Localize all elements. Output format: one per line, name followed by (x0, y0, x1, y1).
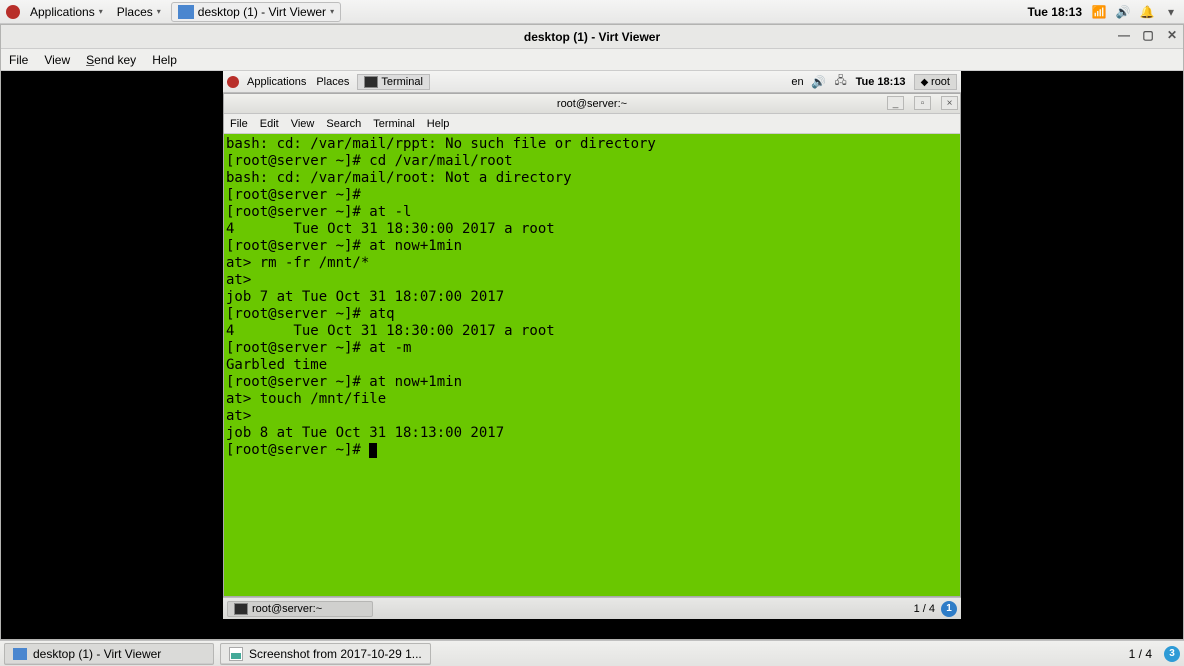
minimize-button[interactable]: — (1117, 28, 1131, 42)
taskbar-item-label: desktop (1) - Virt Viewer (33, 647, 161, 661)
volume-icon[interactable]: 🔊 (1116, 5, 1130, 19)
taskbar-item-viewer[interactable]: desktop (1) - Virt Viewer (4, 643, 214, 665)
guest-screen: Applications Places Terminal en 🔊 🖧 Tue … (223, 71, 961, 619)
applications-menu[interactable]: Applications ▾ (26, 3, 107, 21)
workspace-indicator[interactable]: 1 / 4 (1129, 647, 1152, 661)
sendkey-menu[interactable]: Send key (86, 53, 136, 67)
applications-label: Applications (30, 5, 95, 19)
help-menu[interactable]: Help (152, 53, 177, 67)
applications-menu[interactable]: Applications (245, 76, 308, 88)
notification-badge[interactable]: 3 (1164, 646, 1180, 662)
inner-bottom-panel: root@server:~ 1 / 4 1 (223, 597, 961, 619)
terminal-title: root@server:~ (557, 98, 627, 110)
taskbar-item[interactable]: root@server:~ (227, 601, 373, 617)
activities-icon[interactable] (6, 5, 20, 19)
close-button[interactable]: ✕ (1165, 28, 1179, 42)
inner-top-panel: Applications Places Terminal en 🔊 🖧 Tue … (223, 71, 961, 93)
terminal-task[interactable]: Terminal (357, 74, 430, 90)
window-icon (13, 648, 27, 660)
edit-menu[interactable]: Edit (260, 118, 279, 130)
terminal-icon (234, 603, 248, 615)
notification-badge[interactable]: 1 (941, 601, 957, 617)
clock[interactable]: Tue 18:13 (1028, 5, 1082, 19)
taskbar-item-label: Screenshot from 2017-10-29 1... (249, 647, 422, 661)
window-titlebar[interactable]: desktop (1) - Virt Viewer — ▢ ✕ (1, 25, 1183, 49)
window-icon (178, 5, 194, 19)
window-task-label: desktop (1) - Virt Viewer (198, 5, 326, 19)
maximize-button[interactable]: ▫ (914, 96, 931, 110)
file-menu[interactable]: File (230, 118, 248, 130)
places-menu[interactable]: Places ▾ (113, 3, 165, 21)
outer-bottom-panel: desktop (1) - Virt Viewer Screenshot fro… (0, 640, 1184, 666)
viewer-display-area[interactable]: Applications Places Terminal en 🔊 🖧 Tue … (1, 71, 1183, 639)
taskbar-item-label: root@server:~ (252, 603, 322, 615)
image-icon (229, 647, 243, 661)
terminal-task-label: Terminal (381, 76, 423, 88)
view-menu[interactable]: View (44, 53, 70, 67)
outer-top-panel: Applications ▾ Places ▾ desktop (1) - Vi… (0, 0, 1184, 24)
window-title: desktop (1) - Virt Viewer (524, 30, 660, 44)
terminal-icon (364, 76, 378, 88)
terminal-menubar: File Edit View Search Terminal Help (224, 114, 960, 134)
keyboard-layout[interactable]: en (791, 76, 803, 88)
maximize-button[interactable]: ▢ (1141, 28, 1155, 42)
network-icon[interactable]: 🖧 (834, 75, 848, 89)
help-menu[interactable]: Help (427, 118, 450, 130)
places-label: Places (117, 5, 153, 19)
clock[interactable]: Tue 18:13 (856, 76, 906, 88)
window-switcher-item[interactable]: desktop (1) - Virt Viewer ▾ (171, 2, 341, 22)
user-label: root (931, 76, 950, 88)
file-menu[interactable]: File (9, 53, 28, 67)
search-menu[interactable]: Search (326, 118, 361, 130)
taskbar-item-screenshot[interactable]: Screenshot from 2017-10-29 1... (220, 643, 431, 665)
viewer-menubar: File View Send key Help (1, 49, 1183, 71)
chevron-down-icon: ▾ (157, 7, 161, 16)
system-menu[interactable]: ▾ (1164, 5, 1178, 19)
network-icon[interactable]: 📶 (1092, 5, 1106, 19)
terminal-titlebar[interactable]: root@server:~ _ ▫ × (224, 94, 960, 114)
notification-icon[interactable]: 🔔 (1140, 5, 1154, 19)
virt-viewer-window: desktop (1) - Virt Viewer — ▢ ✕ File Vie… (0, 24, 1184, 640)
chevron-down-icon: ▾ (330, 7, 334, 16)
close-button[interactable]: × (941, 96, 958, 110)
terminal-menu[interactable]: Terminal (373, 118, 415, 130)
volume-icon[interactable]: 🔊 (812, 75, 826, 89)
user-menu[interactable]: ◆ root (914, 74, 957, 90)
chevron-down-icon: ▾ (99, 7, 103, 16)
view-menu[interactable]: View (291, 118, 315, 130)
places-menu[interactable]: Places (314, 76, 351, 88)
terminal-output[interactable]: bash: cd: /var/mail/rppt: No such file o… (224, 134, 960, 596)
terminal-window: root@server:~ _ ▫ × File Edit View Searc… (223, 93, 961, 597)
activities-icon[interactable] (227, 76, 239, 88)
minimize-button[interactable]: _ (887, 96, 904, 110)
workspace-indicator[interactable]: 1 / 4 (914, 603, 935, 615)
